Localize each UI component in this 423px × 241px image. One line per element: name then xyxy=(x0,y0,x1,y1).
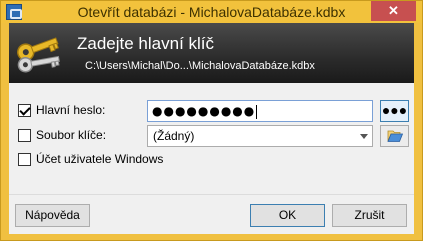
keys-icon xyxy=(17,37,60,73)
master-password-input[interactable]: ●●●●●●●●● xyxy=(147,100,373,122)
close-button[interactable]: ✕ xyxy=(371,1,416,21)
help-button[interactable]: Nápověda xyxy=(15,204,90,227)
text-caret xyxy=(256,104,258,119)
key-file-selected: (Žádný) xyxy=(153,129,195,143)
header-banner: Zadejte hlavní klíč C:\Users\Michal\Do..… xyxy=(9,23,414,83)
window-title: Otevřít databázi - MichalovaDatabáze.kdb… xyxy=(77,4,346,20)
chevron-down-icon xyxy=(360,134,368,139)
folder-open-icon xyxy=(387,130,403,142)
cancel-button[interactable]: Zrušit xyxy=(332,204,407,227)
key-file-label: Soubor klíče: xyxy=(36,128,107,142)
dialog-window: Otevřít databázi - MichalovaDatabáze.kdb… xyxy=(0,0,423,241)
key-file-checkbox[interactable] xyxy=(18,129,31,142)
browse-key-file-button[interactable] xyxy=(380,125,409,147)
database-path: C:\Users\Michal\Do...\MichalovaDatabáze.… xyxy=(85,60,315,72)
windows-account-checkbox[interactable] xyxy=(18,153,31,166)
master-password-label: Hlavní heslo: xyxy=(36,103,106,117)
key-file-select[interactable]: (Žádný) xyxy=(147,125,373,147)
ok-button[interactable]: OK xyxy=(250,204,325,227)
password-mask: ●●●●●●●●● xyxy=(152,104,256,118)
dialog-body: Zadejte hlavní klíč C:\Users\Michal\Do..… xyxy=(9,23,414,234)
footer-separator xyxy=(9,194,414,195)
windows-account-label: Účet uživatele Windows xyxy=(36,152,164,166)
master-password-checkbox[interactable] xyxy=(18,104,31,117)
title-bar[interactable]: Otevřít databázi - MichalovaDatabáze.kdb… xyxy=(1,1,422,23)
show-password-button[interactable]: ●●● xyxy=(380,100,409,122)
banner-title: Zadejte hlavní klíč xyxy=(77,34,215,53)
